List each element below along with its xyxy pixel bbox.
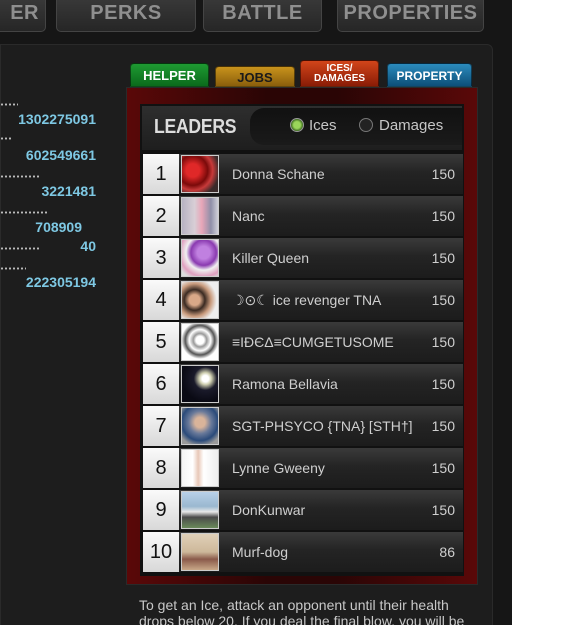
nav-label: BATTLE: [222, 2, 303, 24]
leader-row[interactable]: 4 ☽⊙☾ ice revenger TNA 150: [143, 280, 463, 320]
player-name[interactable]: Donna Schane: [232, 166, 325, 182]
nav-tab-er[interactable]: ER: [0, 0, 46, 32]
leader-row[interactable]: 6 Ramona Bellavia 150: [143, 364, 463, 404]
stat-row: 602549661: [0, 147, 96, 163]
stat-value: 708909: [35, 219, 82, 235]
avatar-moon-icon[interactable]: [181, 365, 219, 403]
player-name[interactable]: Lynne Gweeny: [232, 460, 325, 476]
stat-leader-dots: [0, 137, 12, 140]
nav-tab-perks[interactable]: PERKS: [56, 0, 196, 32]
ices-info-text: To get an Ice, attack an opponent until …: [139, 597, 465, 625]
stat-value: 40: [80, 238, 96, 254]
avatar-flowers-icon[interactable]: [181, 239, 219, 277]
avatar-sketch-icon[interactable]: [181, 323, 219, 361]
stat-value: 3221481: [41, 183, 96, 199]
leader-row[interactable]: 3 Killer Queen 150: [143, 238, 463, 278]
rank-number: 3: [143, 238, 179, 278]
player-score: 150: [431, 502, 455, 518]
rank-number: 4: [143, 280, 179, 320]
player-name[interactable]: ≡IÐЄΔ≡CUMGETUSOME: [232, 334, 394, 350]
ices-radio[interactable]: [290, 118, 304, 132]
player-name[interactable]: ☽⊙☾ ice revenger TNA: [232, 292, 381, 309]
stat-value: 222305194: [25, 274, 96, 290]
ices-radio-label[interactable]: Ices: [309, 117, 337, 134]
stat-value: 1302275091: [18, 111, 96, 127]
avatar-people-icon[interactable]: [181, 533, 219, 571]
avatar-strawberries-icon[interactable]: [181, 155, 219, 193]
player-score: 86: [439, 544, 455, 560]
damages-radio[interactable]: [359, 118, 373, 132]
nav-tab-properties[interactable]: PROPERTIES: [337, 0, 484, 32]
tab-label-line2: DAMAGES: [313, 73, 366, 84]
avatar-man-icon[interactable]: [181, 407, 219, 445]
rank-number: 5: [143, 322, 179, 362]
tab-label: JOBS: [237, 70, 273, 85]
tab-helper[interactable]: HELPER: [130, 63, 209, 87]
stat-row: 222305194: [0, 274, 96, 290]
stat-value: 602549661: [25, 147, 96, 163]
leader-row[interactable]: 5 ≡IÐЄΔ≡CUMGETUSOME 150: [143, 322, 463, 362]
player-score: 150: [431, 418, 455, 434]
game-area: ER PERKS BATTLE PROPERTIES 1302275091 60…: [0, 0, 512, 625]
rank-number: 7: [143, 406, 179, 446]
tab-label: PROPERTY: [396, 69, 463, 83]
leader-row[interactable]: 10 Murf-dog 86: [143, 532, 463, 572]
tab-label: HELPER: [143, 68, 196, 83]
player-score: 150: [431, 292, 455, 308]
leader-row[interactable]: 8 Lynne Gweeny 150: [143, 448, 463, 488]
nav-label: PERKS: [90, 2, 162, 24]
player-name[interactable]: Killer Queen: [232, 250, 309, 266]
avatar-couple-icon[interactable]: [181, 281, 219, 319]
rank-number: 1: [143, 154, 179, 194]
leader-row[interactable]: 2 Nanc 150: [143, 196, 463, 236]
avatar-dress-icon[interactable]: [181, 449, 219, 487]
player-score: 150: [431, 460, 455, 476]
avatar-car-icon[interactable]: [181, 491, 219, 529]
stat-row: 3221481: [0, 183, 96, 199]
player-score: 150: [431, 166, 455, 182]
player-score: 150: [431, 208, 455, 224]
tab-jobs[interactable]: JOBS: [215, 66, 295, 87]
player-name[interactable]: DonKunwar: [232, 502, 305, 518]
rank-number: 9: [143, 490, 179, 530]
leader-row[interactable]: 7 SGT-PHSYCO {TNA} [STH†] 150: [143, 406, 463, 446]
stat-leader-dots: [0, 247, 40, 250]
stat-leader-dots: [0, 211, 48, 214]
leader-row[interactable]: 1 Donna Schane 150: [143, 154, 463, 194]
stat-leader-dots: [0, 267, 26, 270]
leaders-title: LEADERS: [154, 116, 237, 138]
stat-leader-dots: [0, 175, 40, 178]
nav-label: ER: [10, 2, 39, 24]
rank-number: 10: [143, 532, 179, 572]
nav-label: PROPERTIES: [343, 2, 478, 24]
tab-property[interactable]: PROPERTY: [387, 63, 472, 87]
player-score: 150: [431, 376, 455, 392]
stat-row: 1302275091: [0, 111, 96, 127]
player-name[interactable]: Murf-dog: [232, 544, 288, 560]
stat-leader-dots: [0, 103, 18, 106]
player-name[interactable]: SGT-PHSYCO {TNA} [STH†]: [232, 418, 413, 434]
stat-row: 708909: [0, 219, 96, 235]
stat-row: 40: [0, 238, 96, 254]
leader-row[interactable]: 9 DonKunwar 150: [143, 490, 463, 530]
rank-number: 2: [143, 196, 179, 236]
avatar-woman-icon[interactable]: [181, 197, 219, 235]
tab-ices-damages[interactable]: ICES/ DAMAGES: [300, 60, 379, 87]
nav-tab-battle[interactable]: BATTLE: [203, 0, 322, 32]
player-score: 150: [431, 250, 455, 266]
damages-radio-label[interactable]: Damages: [379, 117, 443, 134]
rank-number: 8: [143, 448, 179, 488]
player-name[interactable]: Nanc: [232, 208, 265, 224]
player-name[interactable]: Ramona Bellavia: [232, 376, 338, 392]
rank-number: 6: [143, 364, 179, 404]
player-score: 150: [431, 334, 455, 350]
